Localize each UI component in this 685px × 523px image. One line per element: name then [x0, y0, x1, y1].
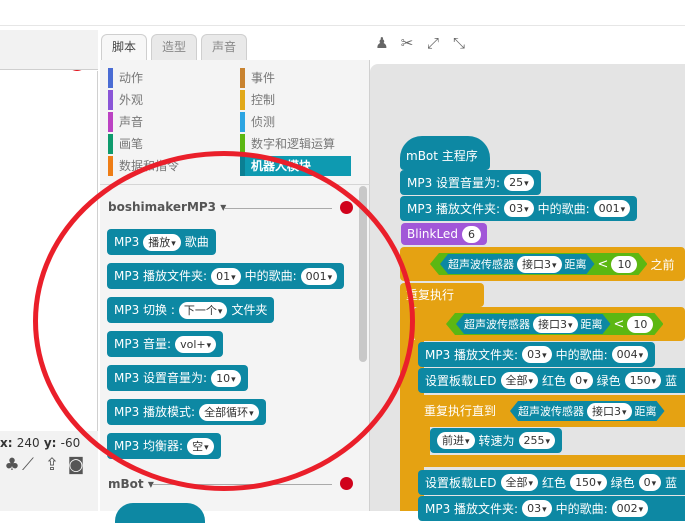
block-dropdown[interactable]: 前进 — [437, 432, 475, 449]
annotation-circle — [33, 151, 415, 491]
less-than-operator[interactable]: 超声波传感器 接口3 距离 < 10 — [430, 253, 647, 275]
paint-brush-icon[interactable]: ⟋ — [18, 455, 38, 475]
block-number-input[interactable]: 10 — [627, 316, 653, 333]
block-text: 转速为 — [478, 433, 515, 448]
block-dropdown[interactable]: 03 — [504, 200, 534, 217]
delete-scissors-icon[interactable]: ✂ — [398, 34, 416, 52]
script-block-set-led-2[interactable]: 设置板载LED 全部 红色 150 绿色 0 蓝 — [418, 470, 685, 495]
script-hat-mbot-main[interactable]: mBot 主程序 — [400, 136, 490, 170]
category-color — [240, 68, 245, 88]
repeat-until-bottom — [418, 455, 685, 467]
mouse-coordinates: x: 240 y: -60 — [0, 436, 81, 450]
block-text: 超声波传感器 — [464, 318, 530, 331]
ultrasonic-sensor-reporter[interactable]: 超声波传感器 接口3 距离 — [456, 314, 611, 334]
block-text: MP3 播放文件夹: — [425, 501, 519, 516]
category-color — [108, 90, 113, 110]
category-looks[interactable]: 外观 — [108, 90, 226, 110]
tab-scripts[interactable]: 脚本 — [101, 34, 148, 60]
block-dropdown[interactable]: 0 — [638, 474, 662, 491]
block-text: 距离 — [564, 258, 587, 271]
category-color — [108, 134, 113, 154]
duplicate-stamp-icon[interactable]: ♟ — [373, 34, 391, 52]
tab-sounds[interactable]: 声音 — [201, 34, 248, 60]
top-menu-strip — [0, 0, 685, 26]
block-dropdown[interactable]: 001 — [593, 200, 631, 217]
block-dropdown[interactable]: 接口3 — [517, 256, 562, 273]
script-block-set-volume[interactable]: MP3 设置音量为: 25 — [400, 170, 541, 195]
category-sensing[interactable]: 侦测 — [240, 112, 350, 132]
block-text: MP3 播放文件夹: — [425, 347, 519, 362]
category-operators[interactable]: 数字和逻辑运算 — [240, 134, 356, 154]
block-text: 红色 — [542, 373, 567, 388]
hat-label: mBot 主程序 — [406, 149, 478, 163]
category-color — [108, 112, 113, 132]
block-text: 设置板载LED — [425, 475, 497, 490]
block-dropdown[interactable]: 03 — [522, 346, 552, 363]
status-dot-icon — [340, 477, 353, 490]
block-dropdown[interactable]: 接口3 — [587, 403, 632, 420]
block-number-input[interactable]: 6 — [461, 225, 481, 243]
script-block-play-folder-2[interactable]: MP3 播放文件夹: 03 中的歌曲: 004 — [418, 342, 656, 367]
upload-icon[interactable]: ⇪ — [42, 455, 62, 475]
block-dropdown[interactable]: 全部 — [500, 372, 539, 389]
block-text: 中的歌曲: — [555, 501, 608, 516]
block-dropdown[interactable]: 25 — [504, 174, 534, 191]
block-text: 距离 — [580, 318, 603, 331]
block-text: 中的歌曲: — [555, 347, 608, 362]
ultrasonic-sensor-reporter[interactable]: 超声波传感器 接口3 距离 — [440, 254, 595, 274]
block-text: 绿色 — [610, 475, 635, 490]
less-than-operator[interactable]: 超声波传感器 接口3 距离 < 10 — [446, 313, 663, 335]
repeat-until-label: 重复执行直到 — [424, 404, 497, 418]
block-dropdown[interactable]: 255 — [518, 432, 556, 449]
category-events[interactable]: 事件 — [240, 68, 350, 88]
block-number-input[interactable]: 10 — [611, 256, 637, 273]
category-color — [108, 156, 113, 176]
shrink-icon[interactable]: ⤡ — [450, 34, 468, 52]
block-dropdown[interactable]: 150 — [570, 474, 607, 491]
block-dropdown[interactable]: 接口3 — [533, 316, 578, 333]
block-text: 之前 — [650, 257, 675, 272]
if-condition: 超声波传感器 接口3 距离 < 10 之前 — [430, 253, 674, 275]
block-text: 超声波传感器 — [448, 258, 514, 271]
ultrasonic-sensor-reporter[interactable]: 超声波传感器 接口3 距离 — [510, 401, 665, 421]
category-color — [240, 112, 245, 132]
block-text: MP3 播放文件夹: — [407, 201, 501, 216]
block-text: 蓝 — [665, 373, 678, 388]
block-dropdown[interactable]: 03 — [522, 500, 552, 517]
script-block-forward[interactable]: 前进 转速为 255 — [430, 428, 563, 453]
block-text: 中的歌曲: — [537, 201, 590, 216]
script-block-blinkled[interactable]: BlinkLed 6 — [401, 223, 487, 245]
stage-toolbar — [0, 30, 98, 92]
grow-icon[interactable]: ⤢ — [424, 34, 442, 52]
category-color — [108, 68, 113, 88]
category-motion[interactable]: 动作 — [108, 68, 226, 88]
block-text: MP3 设置音量为: — [407, 175, 501, 190]
if2-condition: 超声波传感器 接口3 距离 < 10 — [446, 313, 663, 335]
script-block-set-led[interactable]: 设置板载LED 全部 红色 0 绿色 150 蓝 — [418, 368, 685, 393]
script-block-play-folder-3[interactable]: MP3 播放文件夹: 03 中的歌曲: 002 — [418, 496, 685, 521]
block-text: 超声波传感器 — [518, 405, 584, 418]
tab-costumes[interactable]: 造型 — [151, 34, 198, 60]
block-text: BlinkLed — [407, 227, 458, 241]
repeat-until-condition: 超声波传感器 接口3 距离 — [510, 401, 665, 421]
block-text: 距离 — [634, 405, 657, 418]
palette-hat-block[interactable] — [115, 503, 205, 523]
category-sound[interactable]: 声音 — [108, 112, 226, 132]
block-dropdown[interactable]: 150 — [624, 372, 662, 389]
block-text: 蓝 — [665, 475, 678, 490]
block-text: 绿色 — [596, 373, 621, 388]
block-dropdown[interactable]: 004 — [611, 346, 649, 363]
block-dropdown[interactable]: 002 — [611, 500, 649, 517]
operator-symbol: < — [613, 316, 625, 332]
section-title-mbot: mBot ▾ — [108, 477, 154, 491]
category-color — [240, 90, 245, 110]
script-block-play-folder[interactable]: MP3 播放文件夹: 03 中的歌曲: 001 — [400, 196, 638, 221]
category-control[interactable]: 控制 — [240, 90, 350, 110]
camera-icon[interactable]: ◙ — [66, 455, 86, 475]
block-text: 红色 — [542, 475, 567, 490]
block-dropdown[interactable]: 全部 — [500, 474, 539, 491]
block-dropdown[interactable]: 0 — [570, 372, 593, 389]
block-text: 设置板载LED — [425, 373, 497, 388]
operator-symbol: < — [597, 256, 609, 272]
